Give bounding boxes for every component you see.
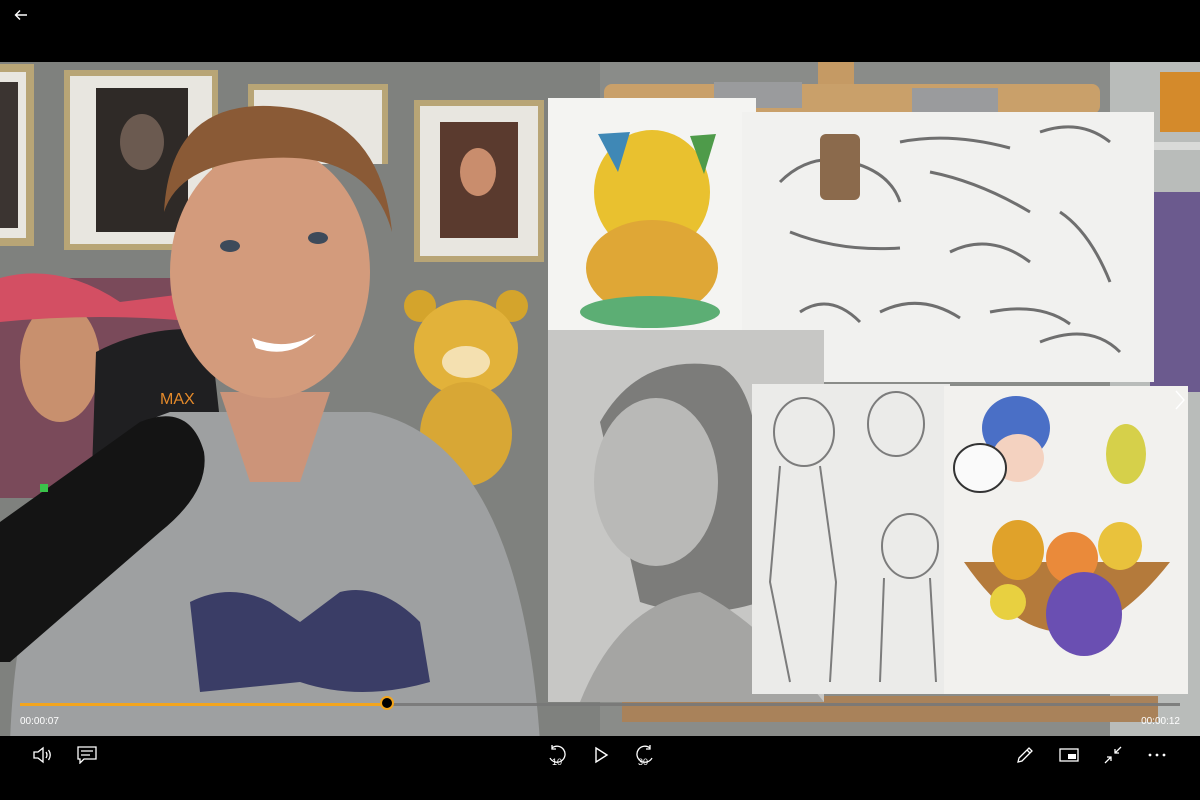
- next-item-button[interactable]: [1168, 384, 1192, 416]
- wall-frame-1: [0, 64, 34, 246]
- artwork-pikachu: [548, 98, 756, 330]
- skip-back-button[interactable]: 10: [542, 740, 572, 770]
- captions-icon: [77, 746, 97, 764]
- play-icon: [595, 746, 609, 764]
- playback-controls: 10 30: [0, 736, 1200, 800]
- volume-button[interactable]: [28, 740, 58, 770]
- current-time: 00:00:07: [20, 716, 59, 727]
- video-scene: MAX: [0, 62, 1200, 742]
- edit-button[interactable]: [1010, 740, 1040, 770]
- artwork-anime-sketch: [752, 384, 950, 694]
- seek-track[interactable]: [20, 696, 1180, 710]
- pen-icon: [1017, 747, 1033, 763]
- skip-back-label: 10: [552, 757, 563, 767]
- miniplayer-icon: [1059, 748, 1079, 762]
- skip-forward-button[interactable]: 30: [630, 740, 660, 770]
- artwork-fruit-basket: [944, 386, 1188, 694]
- video-frame[interactable]: MAX: [0, 62, 1200, 742]
- chevron-right-icon: [1175, 390, 1185, 410]
- captions-button[interactable]: [72, 740, 102, 770]
- seek-progress-fill: [20, 703, 387, 706]
- exit-fullscreen-icon: [1104, 746, 1122, 764]
- chair-brand-text: MAX: [160, 391, 195, 408]
- seek-bar[interactable]: 00:00:07 00:00:12: [0, 690, 1200, 732]
- back-button[interactable]: [8, 2, 34, 28]
- title-bar: [0, 0, 1200, 62]
- more-options-icon: [1148, 753, 1166, 757]
- exit-fullscreen-button[interactable]: [1098, 740, 1128, 770]
- skip-forward-label: 30: [638, 757, 649, 767]
- wall-frame-4: [414, 100, 544, 262]
- total-time: 00:00:12: [1141, 716, 1180, 727]
- seek-thumb[interactable]: [379, 696, 394, 710]
- more-options-button[interactable]: [1142, 740, 1172, 770]
- miniplayer-button[interactable]: [1054, 740, 1084, 770]
- back-arrow-icon: [14, 10, 27, 20]
- play-button[interactable]: [586, 740, 616, 770]
- volume-icon: [33, 746, 51, 764]
